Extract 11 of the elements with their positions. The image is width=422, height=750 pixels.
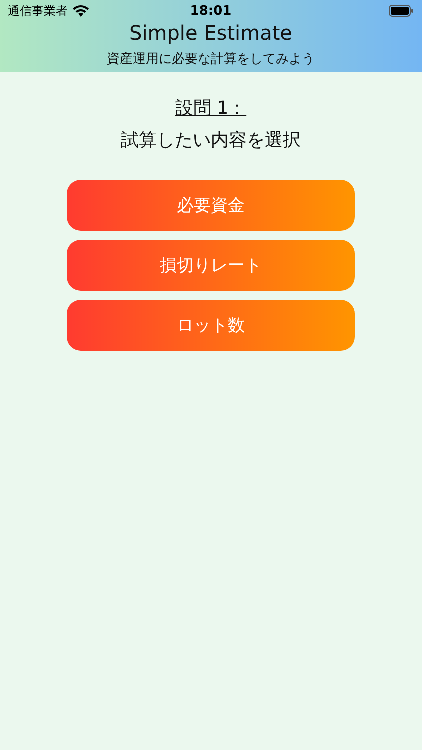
battery-icon bbox=[389, 5, 414, 17]
question-prompt: 試算したい内容を選択 bbox=[121, 129, 301, 152]
app-title: Simple Estimate bbox=[130, 22, 292, 44]
wifi-icon bbox=[73, 5, 89, 17]
app-subtitle: 資産運用に必要な計算をしてみよう bbox=[107, 51, 315, 68]
option-button[interactable]: 必要資金 bbox=[67, 180, 355, 231]
clock-time: 18:01 bbox=[190, 4, 232, 18]
option-button[interactable]: ロット数 bbox=[67, 300, 355, 351]
carrier-label: 通信事業者 bbox=[8, 2, 68, 20]
question-label: 設問 1： bbox=[175, 97, 247, 120]
option-button[interactable]: 損切りレート bbox=[67, 240, 355, 291]
